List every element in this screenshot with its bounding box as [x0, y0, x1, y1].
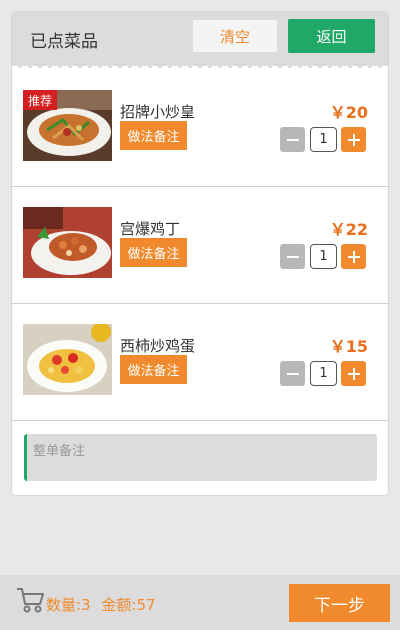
- quantity-stepper: 1: [280, 127, 366, 152]
- dish-image: 推荐: [23, 90, 112, 161]
- order-summary: 数量:3 金额:57: [46, 594, 156, 615]
- panel-title: 已点菜品: [30, 32, 98, 52]
- dish-image: [23, 324, 112, 395]
- next-step-button[interactable]: 下一步: [289, 584, 390, 622]
- panel-header: 已点菜品 清空 返回: [12, 12, 388, 68]
- cooking-note-button[interactable]: 做法备注: [120, 238, 187, 267]
- dish-price: ￥22: [329, 220, 368, 239]
- quantity-stepper: 1: [280, 361, 366, 386]
- quantity-value[interactable]: 1: [310, 127, 337, 152]
- bottom-bar: 数量:3 金额:57 下一步: [0, 575, 400, 630]
- dish-item: 推荐 招牌小炒皇 做法备注 ￥20 1: [12, 70, 388, 187]
- ordered-dishes-panel: 已点菜品 清空 返回 推荐 招牌小炒皇 做法备注 ￥20 1 宫爆鸡丁 做法备注…: [11, 11, 389, 496]
- total-count: 数量:3: [46, 596, 91, 614]
- quantity-value[interactable]: 1: [310, 244, 337, 269]
- clear-button[interactable]: 清空: [192, 19, 278, 53]
- plus-icon[interactable]: [341, 361, 366, 386]
- dish-item: 宫爆鸡丁 做法备注 ￥22 1: [12, 187, 388, 304]
- dish-price: ￥15: [329, 337, 368, 356]
- total-amount: 金额:57: [101, 596, 156, 614]
- plus-icon[interactable]: [341, 127, 366, 152]
- dish-item: 西柿炒鸡蛋 做法备注 ￥15 1: [12, 304, 388, 421]
- plus-icon[interactable]: [341, 244, 366, 269]
- quantity-value[interactable]: 1: [310, 361, 337, 386]
- dish-name: 招牌小炒皇: [120, 103, 196, 121]
- dish-name: 宫爆鸡丁: [120, 220, 181, 238]
- dish-image: [23, 207, 112, 278]
- quantity-stepper: 1: [280, 244, 366, 269]
- minus-icon[interactable]: [280, 127, 305, 152]
- dish-name: 西柿炒鸡蛋: [120, 337, 196, 355]
- back-button[interactable]: 返回: [288, 19, 375, 53]
- minus-icon[interactable]: [280, 361, 305, 386]
- cooking-note-button[interactable]: 做法备注: [120, 355, 187, 384]
- recommended-badge: 推荐: [23, 90, 58, 110]
- dish-price: ￥20: [329, 103, 368, 122]
- cooking-note-button[interactable]: 做法备注: [120, 121, 187, 150]
- minus-icon[interactable]: [280, 244, 305, 269]
- order-note-input[interactable]: 整单备注: [24, 434, 377, 481]
- cart-icon: [15, 586, 45, 614]
